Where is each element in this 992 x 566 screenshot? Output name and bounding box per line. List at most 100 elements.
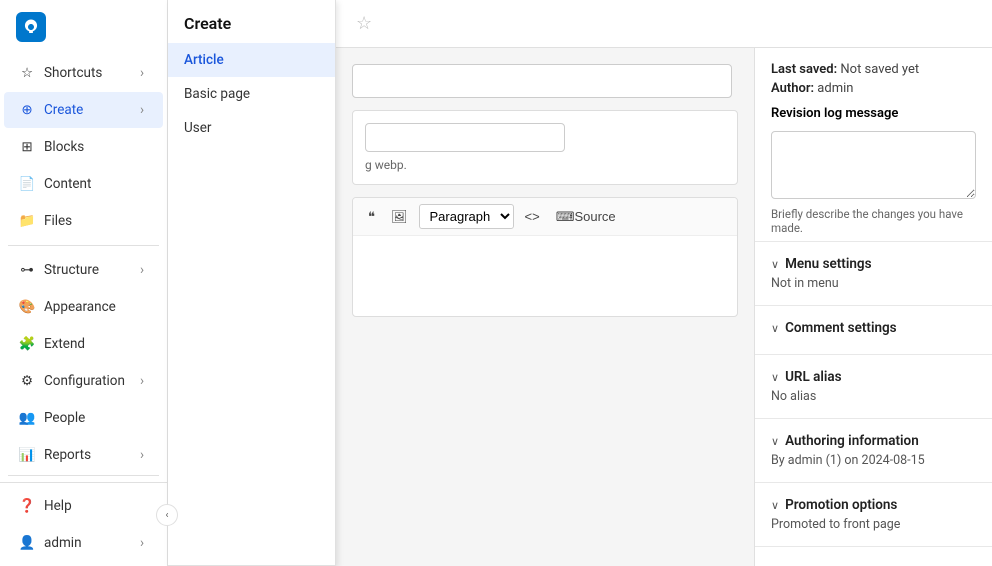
app-logo[interactable] bbox=[16, 12, 46, 42]
page-header: ☆ bbox=[336, 0, 992, 48]
chevron-right-icon: › bbox=[135, 448, 149, 462]
sidebar-item-label: Structure bbox=[44, 262, 127, 278]
comment-settings-section: ∨ Comment settings bbox=[755, 306, 992, 355]
author-row: Author: admin bbox=[771, 81, 976, 96]
chevron-right-icon: › bbox=[135, 66, 149, 80]
sidebar-item-label: Configuration bbox=[44, 373, 127, 389]
last-saved-label: Last saved: bbox=[771, 62, 837, 77]
comment-settings-header[interactable]: ∨ Comment settings bbox=[771, 320, 976, 336]
comment-settings-title: Comment settings bbox=[785, 320, 976, 336]
sidebar-item-label: Help bbox=[44, 498, 149, 514]
author-label: Author: bbox=[771, 81, 814, 96]
chevron-down-icon: ∨ bbox=[771, 371, 779, 384]
paragraph-format-select[interactable]: Paragraph bbox=[419, 204, 514, 229]
file-icon: 📄 bbox=[18, 175, 36, 193]
editor-section: chosen g webp. ❝ 🖼 Paragraph <> ⌨ Source bbox=[336, 48, 754, 566]
sidebar-item-label: Content bbox=[44, 176, 149, 192]
star-icon: ☆ bbox=[18, 64, 36, 82]
chevron-right-icon: › bbox=[135, 536, 149, 550]
source-label: Source bbox=[574, 209, 615, 224]
sidebar: ☆ Shortcuts › ⊕ Create › ⊞ Blocks 📄 Cont… bbox=[0, 0, 168, 566]
nav-items: ☆ Shortcuts › ⊕ Create › ⊞ Blocks 📄 Cont… bbox=[0, 54, 167, 469]
sidebar-item-label: Shortcuts bbox=[44, 65, 127, 81]
promotion-options-section: ∨ Promotion options Promoted to front pa… bbox=[755, 483, 992, 547]
dropdown-title: Create bbox=[168, 0, 335, 43]
revision-log-area: Revision log message Briefly describe th… bbox=[771, 106, 976, 235]
sidebar-item-shortcuts[interactable]: ☆ Shortcuts › bbox=[4, 55, 163, 91]
sidebar-item-help[interactable]: ❓ Help bbox=[4, 488, 163, 524]
sidebar-item-label: Blocks bbox=[44, 139, 149, 155]
file-select-row: chosen bbox=[365, 123, 725, 152]
url-alias-header[interactable]: ∨ URL alias bbox=[771, 369, 976, 385]
sidebar-item-people[interactable]: 👥 People bbox=[4, 400, 163, 436]
create-dropdown-menu: Create Article Basic page User bbox=[168, 0, 336, 566]
sidebar-item-create[interactable]: ⊕ Create › bbox=[4, 92, 163, 128]
sidebar-item-label: Extend bbox=[44, 336, 149, 352]
menu-settings-header[interactable]: ∨ Menu settings bbox=[771, 256, 976, 272]
content-area: chosen g webp. ❝ 🖼 Paragraph <> ⌨ Source bbox=[336, 48, 992, 566]
plus-circle-icon: ⊕ bbox=[18, 101, 36, 119]
promotion-options-header[interactable]: ∨ Promotion options bbox=[771, 497, 976, 513]
revision-log-textarea[interactable] bbox=[771, 131, 976, 199]
title-input[interactable] bbox=[352, 64, 732, 98]
authoring-information-header[interactable]: ∨ Authoring information bbox=[771, 433, 976, 449]
collapse-sidebar-button[interactable]: ‹ bbox=[156, 504, 178, 526]
puzzle-icon: 🧩 bbox=[18, 335, 36, 353]
sidebar-item-appearance[interactable]: 🎨 Appearance bbox=[4, 289, 163, 325]
sidebar-item-admin[interactable]: 👤 admin › bbox=[4, 525, 163, 561]
url-alias-section: ∨ URL alias No alias bbox=[755, 355, 992, 419]
dropdown-item-basic-page[interactable]: Basic page bbox=[168, 77, 335, 111]
authoring-information-title: Authoring information bbox=[785, 433, 976, 449]
revision-hint: Briefly describe the changes you have ma… bbox=[771, 207, 976, 235]
dropdown-item-user[interactable]: User bbox=[168, 111, 335, 145]
sidebar-item-label: People bbox=[44, 410, 149, 426]
sidebar-item-content[interactable]: 📄 Content bbox=[4, 166, 163, 202]
editor-body[interactable] bbox=[353, 236, 737, 316]
file-hint: g webp. bbox=[365, 158, 725, 172]
sidebar-item-label: Appearance bbox=[44, 299, 149, 315]
menu-settings-value: Not in menu bbox=[771, 276, 976, 291]
chevron-down-icon: ∨ bbox=[771, 322, 779, 335]
sidebar-item-structure[interactable]: ⊶ Structure › bbox=[4, 252, 163, 288]
menu-settings-title: Menu settings bbox=[785, 256, 976, 272]
right-panel: Last saved: Not saved yet Author: admin … bbox=[754, 48, 992, 566]
author-value: admin bbox=[817, 81, 853, 96]
sidebar-item-files[interactable]: 📁 Files bbox=[4, 203, 163, 239]
source-icon: ⌨ bbox=[556, 209, 575, 225]
users-icon: 👥 bbox=[18, 409, 36, 427]
divider bbox=[8, 475, 159, 476]
menu-settings-section: ∨ Menu settings Not in menu bbox=[755, 242, 992, 306]
drupal-icon bbox=[22, 18, 40, 36]
sitemap-icon: ⊶ bbox=[18, 261, 36, 279]
file-chosen-input[interactable]: chosen bbox=[365, 123, 565, 152]
source-toolbar-button[interactable]: ⌨ Source bbox=[551, 206, 621, 228]
paint-icon: 🎨 bbox=[18, 298, 36, 316]
authoring-information-section: ∨ Authoring information By admin (1) on … bbox=[755, 419, 992, 483]
blockquote-toolbar-button[interactable]: ❝ bbox=[363, 206, 380, 228]
url-alias-title: URL alias bbox=[785, 369, 976, 385]
code-toolbar-button[interactable]: <> bbox=[520, 206, 545, 227]
favorite-icon[interactable]: ☆ bbox=[356, 13, 372, 34]
chevron-right-icon: › bbox=[135, 263, 149, 277]
sidebar-item-configuration[interactable]: ⚙ Configuration › bbox=[4, 363, 163, 399]
editor-toolbar: ❝ 🖼 Paragraph <> ⌨ Source bbox=[353, 198, 737, 236]
url-alias-value: No alias bbox=[771, 389, 976, 404]
body-editor-card: ❝ 🖼 Paragraph <> ⌨ Source bbox=[352, 197, 738, 317]
revision-log-label: Revision log message bbox=[771, 106, 976, 121]
dropdown-item-article[interactable]: Article bbox=[168, 43, 335, 77]
save-info-section: Last saved: Not saved yet Author: admin … bbox=[755, 48, 992, 242]
sidebar-item-reports[interactable]: 📊 Reports › bbox=[4, 437, 163, 469]
image-card: chosen g webp. bbox=[352, 110, 738, 185]
chevron-down-icon: ∨ bbox=[771, 435, 779, 448]
logo-area[interactable] bbox=[0, 0, 167, 54]
question-icon: ❓ bbox=[18, 497, 36, 515]
title-field-group bbox=[352, 64, 738, 98]
sidebar-item-blocks[interactable]: ⊞ Blocks bbox=[4, 129, 163, 165]
sidebar-bottom: ❓ Help 👤 admin › bbox=[0, 482, 167, 566]
chart-icon: 📊 bbox=[18, 446, 36, 464]
sidebar-item-extend[interactable]: 🧩 Extend bbox=[4, 326, 163, 362]
image-toolbar-button[interactable]: 🖼 bbox=[386, 206, 413, 228]
main-area: ☆ chosen g webp. ❝ 🖼 P bbox=[336, 0, 992, 566]
divider bbox=[8, 245, 159, 246]
last-saved-row: Last saved: Not saved yet bbox=[771, 62, 976, 77]
